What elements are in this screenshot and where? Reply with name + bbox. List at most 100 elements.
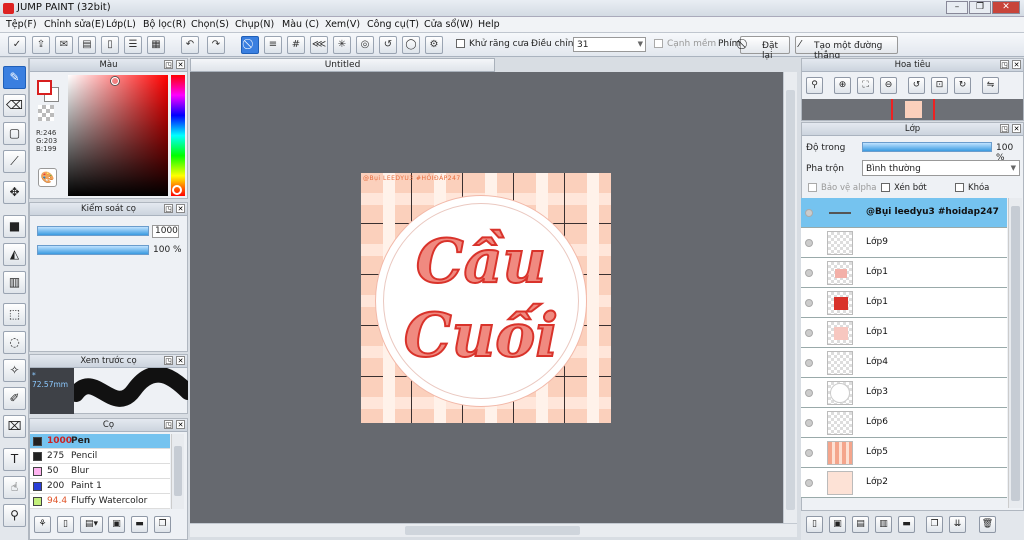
fit-icon[interactable]: ⛶	[857, 77, 874, 94]
layer-row[interactable]: Lớp2	[801, 468, 1007, 498]
straight-line-button[interactable]: ⁄ Tạo một đường thẳng	[795, 36, 898, 61]
minimize-button[interactable]: –	[946, 1, 968, 14]
magic-wand-tool-icon[interactable]: ✧	[3, 359, 26, 382]
brush-add-icon[interactable]: ⚘	[34, 516, 51, 533]
navigator-preview[interactable]	[802, 99, 1023, 120]
brush-item[interactable]: 94.4 Fluffy Watercolor	[30, 494, 170, 509]
picker-cursor[interactable]	[111, 77, 119, 85]
panel-float-icon[interactable]: ◳	[164, 60, 173, 69]
menu-file[interactable]: Tệp(F)	[6, 19, 37, 30]
layer-row[interactable]: Lớp6	[801, 408, 1007, 438]
adjust-select[interactable]: 31 ▼	[573, 37, 646, 52]
note-icon[interactable]: ▤	[78, 36, 96, 54]
rotate-left-icon[interactable]: ↺	[908, 77, 925, 94]
vertical-scroll-thumb[interactable]	[786, 90, 795, 510]
comment-icon[interactable]: ✉	[55, 36, 73, 54]
delete-layer-icon[interactable]: 🗑	[979, 516, 996, 533]
foreground-color-swatch[interactable]	[37, 80, 52, 95]
panel-close-icon[interactable]: ✕	[1012, 60, 1021, 69]
panel-float-icon[interactable]: ◳	[164, 356, 173, 365]
menu-layer[interactable]: Lớp(L)	[106, 19, 136, 30]
layer-opacity-slider[interactable]	[862, 142, 992, 152]
visibility-icon[interactable]	[805, 329, 813, 337]
panel-float-icon[interactable]: ◳	[164, 204, 173, 213]
fill-rect-tool-icon[interactable]: ■	[3, 215, 26, 238]
panel-float-icon[interactable]: ◳	[1000, 60, 1009, 69]
radial-icon[interactable]: ✳	[333, 36, 351, 54]
page-icon[interactable]: ▯	[101, 36, 119, 54]
reset-button[interactable]: ⃠ Đặt lại	[740, 36, 790, 61]
layer-scroll-thumb[interactable]	[1011, 206, 1020, 501]
hand-tool-icon[interactable]: ☝	[3, 476, 26, 499]
zoom-in-icon[interactable]: ⊕	[834, 77, 851, 94]
scroll-thumb[interactable]	[174, 446, 182, 496]
layer-list-scrollbar[interactable]	[1008, 198, 1022, 508]
hue-handle[interactable]	[172, 185, 182, 195]
panel-close-icon[interactable]: ✕	[1012, 124, 1021, 133]
menu-window[interactable]: Cửa sổ(W)	[424, 19, 473, 30]
rect-tool-icon[interactable]: ▢	[3, 122, 26, 145]
brush-item[interactable]: 200 Paint 1	[30, 479, 170, 494]
brush-page-icon[interactable]: ▣	[108, 516, 125, 533]
new-brush-icon[interactable]: ▯	[57, 516, 74, 533]
perspective-icon[interactable]: ⋘	[310, 36, 328, 54]
layer-row[interactable]: Lớp5	[801, 438, 1007, 468]
visibility-icon[interactable]	[805, 389, 813, 397]
visibility-icon[interactable]	[805, 449, 813, 457]
ellipse-icon[interactable]: ◯	[402, 36, 420, 54]
blend-mode-select[interactable]: Bình thường ▼	[862, 160, 1020, 176]
concentric-icon[interactable]: ◎	[356, 36, 374, 54]
menu-color[interactable]: Màu (C)	[282, 19, 319, 30]
layer-folder-icon[interactable]: ▬	[898, 516, 915, 533]
redo-icon[interactable]: ↷	[207, 36, 225, 54]
layer-row[interactable]: Lớp1	[801, 318, 1007, 348]
undo-icon[interactable]: ↶	[181, 36, 199, 54]
lasso-tool-icon[interactable]: ◌	[3, 331, 26, 354]
grid-ruler-icon[interactable]: #	[287, 36, 305, 54]
select-pen-tool-icon[interactable]: ✐	[3, 387, 26, 410]
horizontal-scroll-thumb[interactable]	[405, 526, 580, 535]
brush-size-value[interactable]: 1000	[152, 225, 179, 238]
visibility-icon[interactable]	[805, 299, 813, 307]
text-tool-icon[interactable]: T	[3, 448, 26, 471]
duplicate-layer-icon[interactable]: ❐	[926, 516, 943, 533]
panel-close-icon[interactable]: ✕	[176, 204, 185, 213]
protect-alpha-checkbox[interactable]	[808, 183, 817, 192]
antialias-checkbox[interactable]	[456, 39, 465, 48]
gradient-tool-icon[interactable]: ▥	[3, 271, 26, 294]
canvas-area[interactable]: @Bụi LEEDYU3 #HỎIĐÁP247 Cầu Cuối	[190, 72, 783, 523]
merge-layer-icon[interactable]: ⇊	[949, 516, 966, 533]
panel-float-icon[interactable]: ◳	[164, 420, 173, 429]
rotate-right-icon[interactable]: ↻	[954, 77, 971, 94]
layer-row[interactable]: Lớp1	[801, 258, 1007, 288]
palette-icon[interactable]: 🎨	[38, 168, 57, 187]
menu-select[interactable]: Chọn(S)	[191, 19, 229, 30]
visibility-icon[interactable]	[805, 269, 813, 277]
settings-icon[interactable]: ⚙	[425, 36, 443, 54]
rotate-reset-icon[interactable]: ⊡	[931, 77, 948, 94]
brush-list-scrollbar[interactable]	[171, 434, 184, 509]
menu-tools[interactable]: Công cụ(T)	[367, 19, 419, 30]
document-tab[interactable]: Untitled	[190, 58, 495, 72]
lock-checkbox[interactable]	[955, 183, 964, 192]
visibility-icon[interactable]	[805, 479, 813, 487]
panel-close-icon[interactable]: ✕	[176, 60, 185, 69]
artwork-canvas[interactable]: @Bụi LEEDYU3 #HỎIĐÁP247 Cầu Cuối	[361, 173, 611, 423]
panel-float-icon[interactable]: ◳	[1000, 124, 1009, 133]
transparent-swatch[interactable]	[38, 105, 54, 121]
zoom-icon[interactable]: ⚲	[806, 77, 823, 94]
brush-opacity-slider[interactable]	[37, 245, 149, 255]
visibility-icon[interactable]	[805, 419, 813, 427]
zoom-out-icon[interactable]: ⊖	[880, 77, 897, 94]
brush-item[interactable]: 50 Blur	[30, 464, 170, 479]
visibility-icon[interactable]	[805, 239, 813, 247]
flip-icon[interactable]: ⇋	[982, 77, 999, 94]
select-rect-tool-icon[interactable]: ⬚	[3, 303, 26, 326]
canvas-vertical-scrollbar[interactable]	[783, 72, 797, 523]
close-button[interactable]: ✕	[992, 1, 1020, 14]
menu-capture[interactable]: Chụp(N)	[235, 19, 274, 30]
layer-row[interactable]: @Bụi leedyu3 #hoidap247	[801, 198, 1007, 228]
list-icon[interactable]: ☰	[124, 36, 142, 54]
parallel-ruler-icon[interactable]: ≡	[264, 36, 282, 54]
brush-size-slider[interactable]	[37, 226, 149, 236]
